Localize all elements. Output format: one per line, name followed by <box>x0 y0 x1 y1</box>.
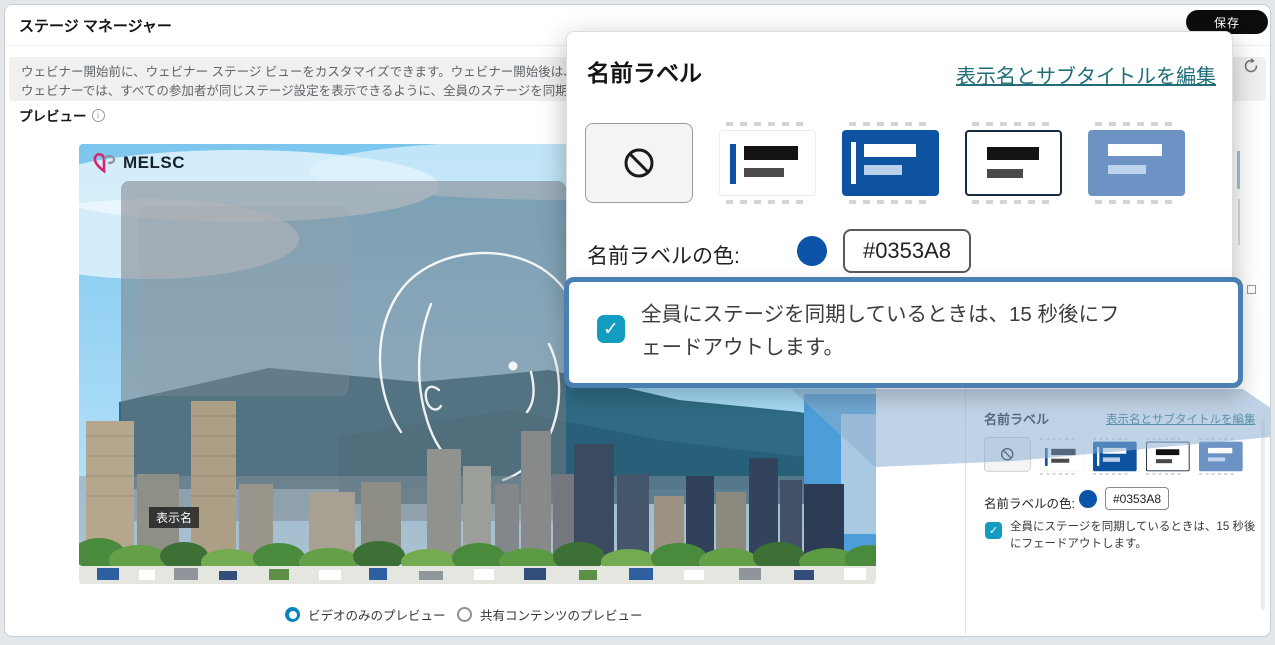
color-hex-input-zoomed[interactable]: #0353A8 <box>843 229 971 273</box>
panel-scrollbar[interactable] <box>1261 420 1265 610</box>
preview-label-text: プレビュー <box>19 105 87 125</box>
sync-fadeout-checkbox[interactable]: ✓ <box>985 522 1002 539</box>
label-style-blue-filled[interactable] <box>1199 438 1243 472</box>
color-swatch-zoomed[interactable] <box>797 236 827 266</box>
label-style-blue-left-bar[interactable] <box>1093 438 1137 472</box>
panel-edge-sliver <box>1238 199 1240 245</box>
display-name-tag: 表示名 <box>149 507 199 528</box>
radio-shared-content[interactable]: 共有コンテンツのプレビュー <box>457 605 643 624</box>
radio-selected-icon[interactable] <box>285 607 300 622</box>
sync-fadeout-checkbox-zoomed[interactable]: ✓ <box>597 315 625 343</box>
label-style-light-bordered[interactable] <box>965 122 1062 204</box>
panel-edge-sliver <box>1237 151 1240 189</box>
brand-logo: MELSC <box>93 152 185 174</box>
brand-text: MELSC <box>123 153 185 173</box>
label-style-blue-filled[interactable] <box>1088 122 1185 204</box>
color-swatch[interactable] <box>1079 490 1097 508</box>
label-style-blue-left-bar[interactable] <box>842 122 939 204</box>
label-style-options-zoomed <box>585 122 1185 204</box>
label-style-none[interactable] <box>585 123 693 203</box>
prohibit-icon <box>999 446 1015 462</box>
edit-display-name-link-zoomed[interactable]: 表示名とサブタイトルを編集 <box>956 60 1216 89</box>
name-label-title: 名前ラベル <box>984 409 1049 428</box>
panel-edge-fragment <box>1247 285 1256 294</box>
radio-shared-content-label: 共有コンテンツのプレビュー <box>480 605 643 624</box>
prohibit-icon <box>620 144 658 182</box>
label-style-light-bordered[interactable] <box>1146 438 1190 472</box>
info-icon[interactable]: i <box>92 109 105 122</box>
magnified-name-label-panel: 名前ラベル 表示名とサブタイトルを編集 <box>566 31 1233 287</box>
label-color-caption-zoomed: 名前ラベルの色: <box>587 240 740 270</box>
label-color-caption: 名前ラベルの色: <box>984 493 1075 512</box>
color-hex-input[interactable]: #0353A8 <box>1105 487 1169 510</box>
label-style-light-left-bar[interactable] <box>1040 438 1084 472</box>
radio-video-only[interactable]: ビデオのみのプレビュー <box>285 605 446 624</box>
name-label-title-zoomed: 名前ラベル <box>587 54 702 88</box>
label-style-options <box>984 437 1243 472</box>
refresh-preview-icon[interactable] <box>1242 57 1260 75</box>
preview-section-label: プレビュー i <box>19 105 105 125</box>
sync-fadeout-label-zoomed: 全員にステージを同期しているときは、15 秒後にフェードアウトします。 <box>641 299 1129 365</box>
stage-manager-page: ステージ マネージャー 保存 ウェビナー開始前に、ウェビナー ステージ ビューを… <box>4 4 1271 637</box>
label-style-none[interactable] <box>984 437 1031 472</box>
heart-logo-icon <box>93 152 117 174</box>
sync-fadeout-highlight-box: ✓ 全員にステージを同期しているときは、15 秒後にフェードアウトします。 <box>564 277 1243 388</box>
sync-fadeout-label: 全員にステージを同期しているときは、15 秒後にフェードアウトします。 <box>1010 519 1264 554</box>
label-style-light-left-bar[interactable] <box>719 122 816 204</box>
radio-video-only-label: ビデオのみのプレビュー <box>308 605 446 624</box>
edit-display-name-link[interactable]: 表示名とサブタイトルを編集 <box>1106 411 1256 427</box>
page-title: ステージ マネージャー <box>19 15 172 36</box>
radio-unselected-icon[interactable] <box>457 607 472 622</box>
